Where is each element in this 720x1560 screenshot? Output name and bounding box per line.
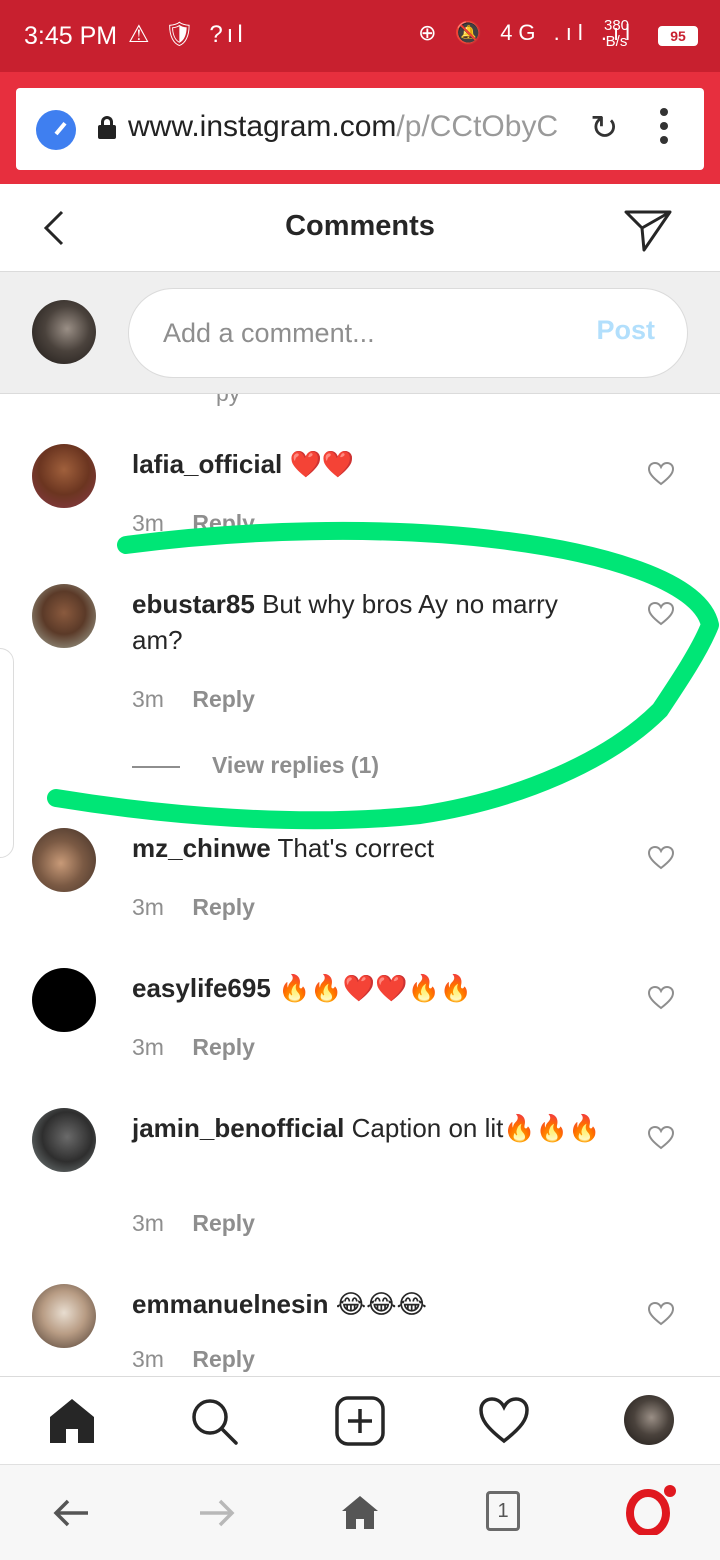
status-left-icons: ⚠ 🛡 ?ıl xyxy=(128,21,247,48)
browser-forward-icon[interactable] xyxy=(194,1491,238,1535)
comment-meta: 3m Reply xyxy=(132,510,255,537)
new-post-icon[interactable] xyxy=(334,1395,386,1447)
current-user-avatar xyxy=(32,300,96,364)
comment-meta: 3m Reply xyxy=(132,1210,255,1237)
edge-panel-handle[interactable] xyxy=(0,648,14,858)
opera-menu-icon[interactable] xyxy=(626,1483,678,1535)
status-bar: 3:45 PM ⚠ 🛡 ?ıl ⊕ 🔕 4G .ıl .ıl 380 B/s 9… xyxy=(0,0,720,72)
reply-button[interactable]: Reply xyxy=(192,510,255,536)
heart-icon[interactable] xyxy=(648,1302,674,1326)
page-title: Comments xyxy=(285,210,435,242)
reply-button[interactable]: Reply xyxy=(192,894,255,920)
comment-time: 3m xyxy=(132,1346,164,1372)
comment-body: mz_chinwe That's correct xyxy=(132,830,602,866)
search-icon[interactable] xyxy=(188,1395,240,1447)
comment-text: That's correct xyxy=(277,833,435,863)
heart-icon[interactable] xyxy=(648,986,674,1010)
comment-username[interactable]: ebustar85 xyxy=(132,589,255,619)
partial-comment-meta: py xyxy=(216,394,240,407)
user-avatar[interactable] xyxy=(32,1284,96,1348)
url-path: /p/CCtObyC xyxy=(396,110,559,143)
comments-header: Comments xyxy=(0,184,720,272)
home-icon[interactable] xyxy=(46,1395,98,1447)
comment-username[interactable]: mz_chinwe xyxy=(132,833,271,863)
reply-button[interactable]: Reply xyxy=(192,1034,255,1060)
comment-body: ebustar85 But why bros Ay no marry am? xyxy=(132,586,602,658)
comment-meta: 3m Reply xyxy=(132,1346,255,1373)
comment-meta: 3m Reply xyxy=(132,686,255,713)
heart-icon[interactable] xyxy=(648,846,674,870)
address-bar[interactable]: www.instagram.com/p/CCtObyC ↻ xyxy=(16,88,704,170)
browser-toolbar: www.instagram.com/p/CCtObyC ↻ xyxy=(0,72,720,184)
comment-text: ❤️❤️ xyxy=(289,449,355,479)
network-speed: 380 B/s xyxy=(604,18,629,50)
browser-back-icon[interactable] xyxy=(50,1491,94,1535)
comment-text: 😂😂😂 xyxy=(335,1289,427,1319)
network-speed-value: 380 xyxy=(604,17,630,34)
comment-meta: 3m Reply xyxy=(132,1034,255,1061)
url-domain: www.instagram.com xyxy=(128,110,397,143)
user-avatar[interactable] xyxy=(32,828,96,892)
comment-meta: 3m Reply xyxy=(132,894,255,921)
view-replies-button[interactable]: View replies (1) xyxy=(132,752,379,779)
comment-time: 3m xyxy=(132,1210,164,1236)
browser-home-icon[interactable] xyxy=(338,1491,382,1535)
tabs-button[interactable]: 1 xyxy=(486,1491,530,1535)
comment-text: 🔥🔥❤️❤️🔥🔥 xyxy=(278,973,473,1003)
tab-count: 1 xyxy=(486,1491,520,1531)
comment-username[interactable]: easylife695 xyxy=(132,973,271,1003)
browser-menu-icon[interactable] xyxy=(660,108,668,148)
reload-icon[interactable]: ↻ xyxy=(590,110,619,146)
heart-icon[interactable] xyxy=(648,602,674,626)
comment-time: 3m xyxy=(132,1034,164,1060)
comment-time: 3m xyxy=(132,894,164,920)
reply-button[interactable]: Reply xyxy=(192,686,255,712)
url-text[interactable]: www.instagram.com/p/CCtObyC xyxy=(128,110,568,144)
user-avatar[interactable] xyxy=(32,1108,96,1172)
battery-icon: 95 xyxy=(658,26,698,46)
activity-heart-icon[interactable] xyxy=(478,1395,530,1447)
comment-box[interactable]: Post xyxy=(128,288,688,378)
reply-button[interactable]: Reply xyxy=(192,1210,255,1236)
view-replies-label: View replies (1) xyxy=(212,752,380,778)
heart-icon[interactable] xyxy=(648,462,674,486)
comment-time: 3m xyxy=(132,686,164,712)
user-avatar[interactable] xyxy=(32,968,96,1032)
comment-body: lafia_official ❤️❤️ xyxy=(132,446,602,482)
comment-time: 3m xyxy=(132,510,164,536)
comment-input[interactable] xyxy=(163,315,563,351)
comment-text: Caption on lit🔥🔥🔥 xyxy=(351,1113,601,1143)
comment-username[interactable]: emmanuelnesin xyxy=(132,1289,329,1319)
comment-composer: Post xyxy=(0,272,720,394)
instagram-bottom-nav xyxy=(0,1376,720,1464)
comment-body: emmanuelnesin 😂😂😂 xyxy=(132,1286,602,1322)
comment-username[interactable]: lafia_official xyxy=(132,449,282,479)
heart-icon[interactable] xyxy=(648,1126,674,1150)
lock-icon xyxy=(98,116,116,139)
user-avatar[interactable] xyxy=(32,584,96,648)
comment-body: easylife695 🔥🔥❤️❤️🔥🔥 xyxy=(132,970,602,1006)
user-avatar[interactable] xyxy=(32,444,96,508)
speed-dial-icon[interactable] xyxy=(36,110,76,150)
direct-share-icon[interactable] xyxy=(622,204,674,256)
replies-divider xyxy=(132,765,180,768)
reply-button[interactable]: Reply xyxy=(192,1346,255,1372)
comment-username[interactable]: jamin_benofficial xyxy=(132,1113,344,1143)
profile-avatar[interactable] xyxy=(624,1395,674,1445)
network-speed-unit: B/s xyxy=(605,33,628,50)
post-button[interactable]: Post xyxy=(596,315,655,346)
status-time: 3:45 PM xyxy=(24,22,118,50)
comment-list: py lafia_official ❤️❤️ 3m Reply ebustar8… xyxy=(0,394,720,1376)
comment-body: jamin_benofficial Caption on lit🔥🔥🔥 xyxy=(132,1110,602,1146)
browser-bottom-nav: 1 xyxy=(0,1464,720,1560)
